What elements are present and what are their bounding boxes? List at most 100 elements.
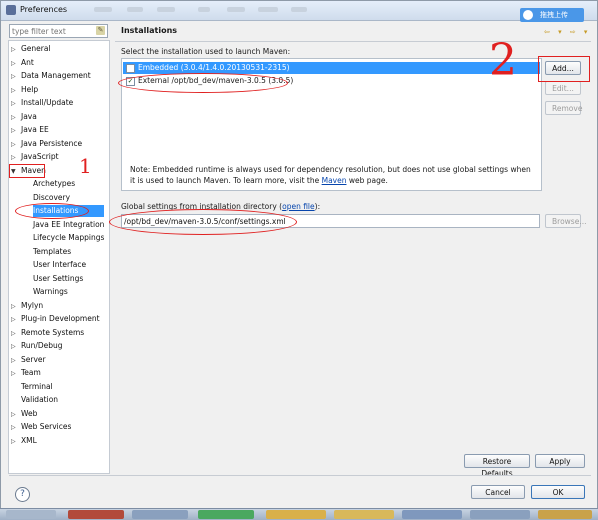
remove-button[interactable]: Remove (545, 101, 582, 115)
collapsed-arrow-icon[interactable]: ▷ (11, 355, 21, 367)
tree-item-web[interactable]: ▷ Web (11, 408, 37, 420)
installation-row-embedded[interactable]: Embedded (3.0.4/1.4.0.20130531-2315) (123, 62, 540, 74)
tree-item-plug-in-development[interactable]: ▷ Plug-in Development (11, 313, 100, 325)
tree-item-archetypes[interactable]: Archetypes (33, 178, 75, 190)
collapsed-arrow-icon[interactable]: ▷ (11, 112, 21, 124)
taskbar (0, 508, 598, 520)
tree-item-remote-systems[interactable]: ▷ Remote Systems (11, 327, 84, 339)
drag-upload-label: 拖拽上传 (540, 11, 568, 19)
tree-item-label: Run/Debug (21, 341, 63, 350)
tree-item-web-services[interactable]: ▷ Web Services (11, 421, 71, 433)
collapsed-arrow-icon[interactable]: ▷ (11, 58, 21, 70)
tree-item-discovery[interactable]: Discovery (33, 192, 70, 204)
tree-item-maven[interactable]: ▼ Maven (11, 165, 46, 177)
tree-item-user-interface[interactable]: User Interface (33, 259, 86, 271)
tree-item-label: Mylyn (21, 300, 44, 310)
taskbar-item[interactable] (266, 510, 326, 519)
tree-item-terminal[interactable]: Terminal (11, 381, 53, 393)
tree-item-data-management[interactable]: ▷ Data Management (11, 70, 91, 82)
tree-item-label: Ant (21, 57, 34, 67)
installations-list[interactable]: Embedded (3.0.4/1.4.0.20130531-2315) ✓ E… (121, 58, 542, 161)
installation-checkbox-checked[interactable]: ✓ (126, 77, 135, 86)
tree-item-installations[interactable]: Installations (33, 205, 105, 217)
tree-item-java-persistence[interactable]: ▷ Java Persistence (11, 138, 82, 150)
collapsed-arrow-icon[interactable]: ▷ (11, 301, 21, 313)
installation-checkbox[interactable] (126, 64, 135, 73)
tree-item-java[interactable]: ▷ Java (11, 111, 37, 123)
tree-item-label: Install/Update (21, 98, 74, 107)
collapsed-arrow-icon[interactable]: ▷ (11, 422, 21, 434)
preferences-tree[interactable]: ▷ General ▷ Ant ▷ Data Management ▷ Help ▷ Instal… (8, 40, 110, 474)
taskbar-item[interactable] (132, 510, 188, 519)
blurred-title-text (94, 7, 112, 12)
filter-field[interactable]: ✎ (9, 24, 108, 38)
taskbar-item[interactable] (198, 510, 254, 519)
taskbar-item[interactable] (402, 510, 462, 519)
drag-upload-button[interactable]: 拖拽上传 (520, 8, 584, 22)
tree-item-label: Data Management (21, 71, 91, 80)
taskbar-item[interactable] (334, 510, 394, 519)
collapsed-arrow-icon[interactable]: ▷ (11, 436, 21, 448)
tree-item-label: Help (21, 84, 39, 94)
collapsed-arrow-icon[interactable]: ▷ (11, 368, 21, 380)
collapsed-arrow-icon[interactable]: ▷ (11, 341, 21, 353)
tree-item-label: Team (21, 368, 41, 377)
tree-item-user-settings[interactable]: User Settings (33, 273, 83, 285)
tree-item-validation[interactable]: Validation (11, 394, 58, 406)
collapsed-arrow-icon[interactable]: ▷ (11, 139, 21, 151)
filter-input[interactable] (12, 25, 92, 37)
tree-item-templates[interactable]: Templates (33, 246, 71, 258)
title-separator (115, 41, 591, 42)
tree-item-mylyn[interactable]: ▷ Mylyn (11, 300, 43, 312)
clear-filter-icon[interactable]: ✎ (96, 26, 105, 35)
tree-item-javascript[interactable]: ▷ JavaScript (11, 151, 59, 163)
ok-button[interactable]: OK (531, 485, 585, 499)
tree-item-java-ee[interactable]: ▷ Java EE (11, 124, 49, 136)
tree-item-label: Plug-in Development (21, 314, 100, 323)
tree-item-warnings[interactable]: Warnings (33, 286, 68, 298)
tree-item-label: Java EE (21, 125, 49, 134)
collapsed-arrow-icon[interactable]: ▷ (11, 328, 21, 340)
tree-item-ant[interactable]: ▷ Ant (11, 57, 34, 69)
taskbar-item[interactable] (538, 510, 592, 519)
collapsed-arrow-icon[interactable]: ▷ (11, 125, 21, 137)
tree-item-xml[interactable]: ▷ XML (11, 435, 37, 447)
tree-item-install-update[interactable]: ▷ Install/Update (11, 97, 73, 109)
add-button[interactable]: Add... (545, 61, 581, 75)
installation-label: External /opt/bd_dev/maven-3.0.5 (3.0.5) (138, 76, 294, 85)
collapsed-arrow-icon[interactable]: ▷ (11, 314, 21, 326)
installation-row-external[interactable]: ✓ External /opt/bd_dev/maven-3.0.5 (3.0.… (123, 75, 540, 87)
cancel-button[interactable]: Cancel (471, 485, 525, 499)
maven-link[interactable]: Maven (322, 176, 347, 185)
taskbar-item[interactable] (6, 510, 56, 519)
edit-button[interactable]: Edit... (545, 81, 581, 95)
collapsed-arrow-icon[interactable]: ▷ (11, 409, 21, 421)
back-forward-arrows-icon[interactable]: ⇦ ▾ ⇨ ▾ (544, 28, 590, 36)
help-icon[interactable]: ? (15, 487, 30, 502)
tree-item-general[interactable]: ▷ General (11, 43, 51, 55)
tree-item-run-debug[interactable]: ▷ Run/Debug (11, 340, 63, 352)
blurred-title-text (291, 7, 307, 12)
collapsed-arrow-icon[interactable]: ▷ (11, 85, 21, 97)
expanded-arrow-icon[interactable]: ▼ (11, 166, 21, 178)
tree-item-label: Java Persistence (21, 138, 83, 148)
browse-button[interactable]: Browse... (545, 214, 586, 228)
apply-button[interactable]: Apply (535, 454, 585, 468)
tree-item-label: Archetypes (33, 179, 76, 188)
taskbar-item[interactable] (470, 510, 530, 519)
tree-item-label: Java EE Integration (33, 219, 105, 229)
collapsed-arrow-icon[interactable]: ▷ (11, 152, 21, 164)
tree-item-help[interactable]: ▷ Help (11, 84, 38, 96)
tree-item-team[interactable]: ▷ Team (11, 367, 41, 379)
open-file-link[interactable]: open file (282, 202, 315, 211)
restore-defaults-button[interactable]: Restore Defaults (464, 454, 530, 478)
global-settings-path-field[interactable] (121, 214, 540, 228)
taskbar-item[interactable] (68, 510, 124, 519)
tree-item-java-ee-integration[interactable]: Java EE Integration (33, 219, 104, 231)
tree-item-label: Templates (33, 246, 72, 256)
tree-item-server[interactable]: ▷ Server (11, 354, 46, 366)
collapsed-arrow-icon[interactable]: ▷ (11, 44, 21, 56)
collapsed-arrow-icon[interactable]: ▷ (11, 71, 21, 83)
tree-item-lifecycle-mappings[interactable]: Lifecycle Mappings (33, 232, 104, 244)
collapsed-arrow-icon[interactable]: ▷ (11, 98, 21, 110)
